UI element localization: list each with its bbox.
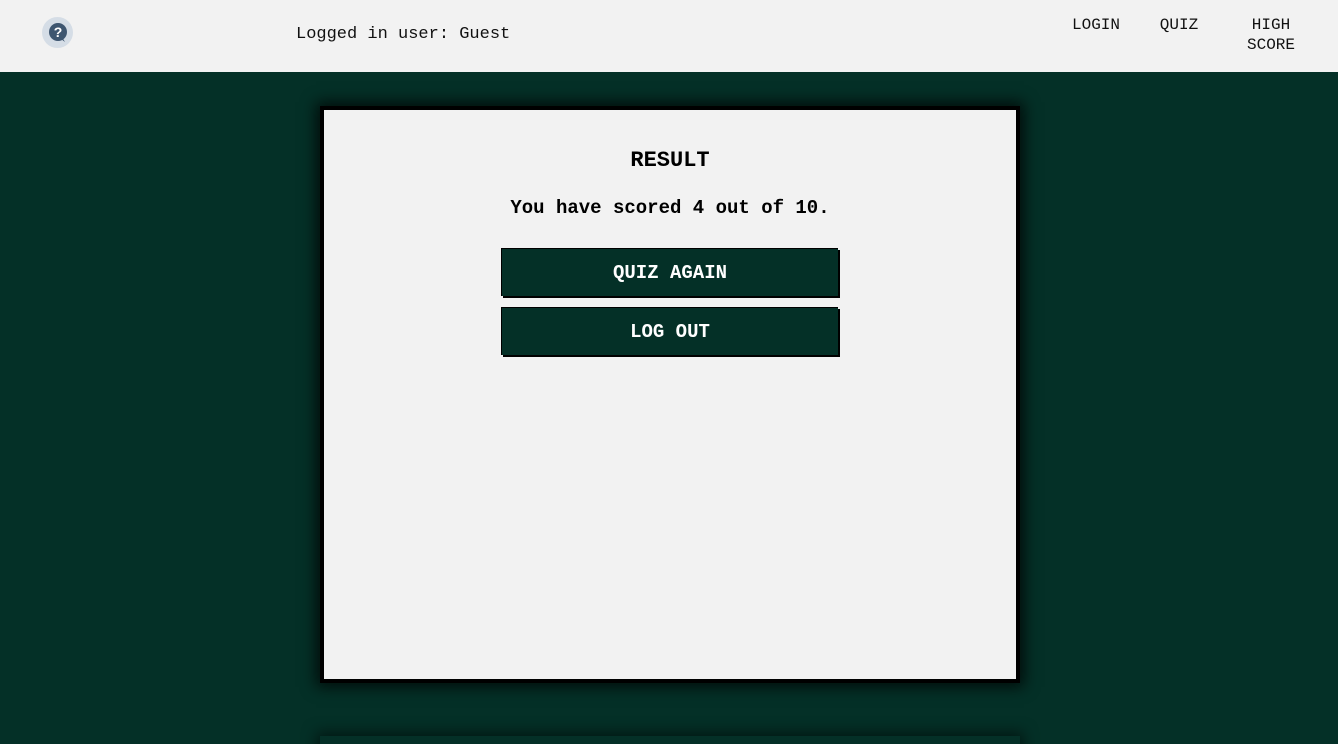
nav-high-score-line2: SCORE xyxy=(1246,36,1295,54)
nav-high-score-line1: HIGH xyxy=(1251,16,1291,34)
svg-text:?: ? xyxy=(53,24,62,40)
result-title: RESULT xyxy=(630,148,710,173)
nav-login-link[interactable]: LOGIN xyxy=(1062,15,1130,35)
log-out-button[interactable]: LOG OUT xyxy=(501,307,838,355)
nav-quiz-link[interactable]: QUIZ xyxy=(1150,15,1208,35)
nav-high-score-link[interactable]: HIGH SCORE xyxy=(1232,15,1310,55)
quiz-again-button[interactable]: QUIZ AGAIN xyxy=(501,248,838,296)
question-circle-icon: ? xyxy=(48,22,67,42)
next-panel-edge xyxy=(320,736,1020,744)
result-panel: RESULT You have scored 4 out of 10. QUIZ… xyxy=(320,106,1020,683)
help-button[interactable]: ? xyxy=(42,17,73,48)
score-text: You have scored 4 out of 10. xyxy=(510,197,830,219)
top-header: ? Logged in user: Guest LOGIN QUIZ HIGH … xyxy=(0,0,1338,72)
logged-in-user-label: Logged in user: Guest xyxy=(296,25,511,44)
